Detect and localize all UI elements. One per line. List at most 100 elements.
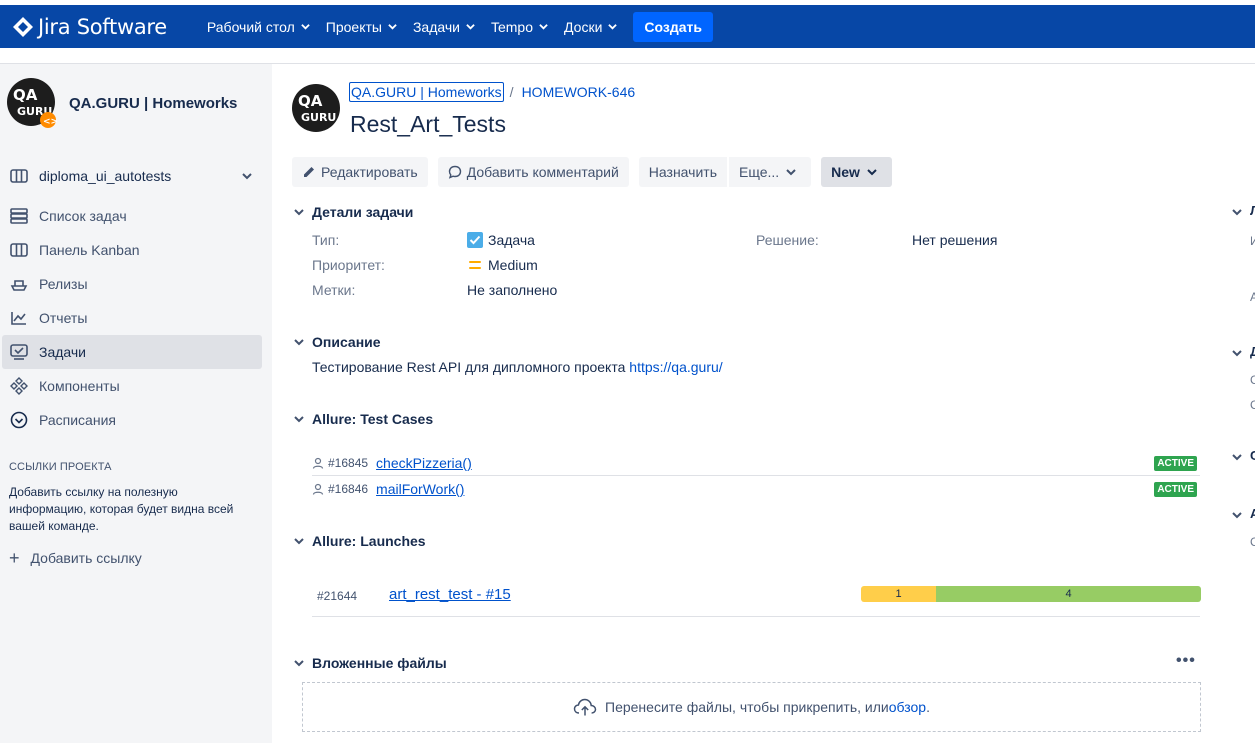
sidebar-item-releases[interactable]: Релизы	[2, 267, 262, 301]
backlog-icon	[10, 208, 28, 224]
test-cases-section-toggle[interactable]: Allure: Test Cases	[294, 411, 433, 427]
attachment-dropzone[interactable]: Перенесите файлы, чтобы прикрепить, или …	[302, 682, 1201, 732]
project-links-hint: Добавить ссылку на полезную информацию, …	[9, 485, 234, 533]
sidebar-item-label: Задачи	[39, 344, 87, 360]
chevron-down-icon[interactable]	[1232, 207, 1242, 217]
sidebar-item-label: Релизы	[39, 276, 88, 292]
svg-text:QA: QA	[298, 92, 323, 110]
sidebar-item-label: Список задач	[39, 208, 127, 224]
test-case-row: #16846 mailForWork() ACTIVE	[312, 476, 1200, 502]
passed-count-segment: 4	[936, 586, 1201, 602]
chevron-down-icon	[388, 24, 397, 30]
board-icon	[10, 243, 28, 257]
breadcrumb-project-link[interactable]: QA.GURU | Homeworks	[349, 82, 504, 102]
sidebar-item-issues[interactable]: Задачи	[2, 335, 262, 369]
user-icon	[312, 457, 324, 469]
people-section-title: Л	[1250, 203, 1255, 218]
status-badge: ACTIVE	[1154, 482, 1197, 497]
chevron-down-icon[interactable]	[1232, 510, 1242, 520]
nav-projects[interactable]: Проекты	[326, 5, 397, 48]
sidebar-item-label: Компоненты	[39, 378, 120, 394]
chevron-down-icon	[608, 24, 618, 30]
add-link-button[interactable]: + Добавить ссылку	[9, 549, 142, 567]
description-body: Тестирование Rest API для дипломного про…	[312, 359, 630, 375]
attachments-section-toggle[interactable]: Вложенные файлы	[294, 655, 447, 671]
edit-label: Редактировать	[321, 164, 418, 180]
description-link[interactable]: https://qa.guru/	[629, 359, 722, 375]
launch-result-bar[interactable]: 1 4	[861, 586, 1201, 602]
chevron-down-icon[interactable]	[1232, 452, 1242, 462]
logo-text: Jira Software	[38, 14, 167, 39]
chevron-down-icon	[294, 538, 304, 545]
launches-section-toggle[interactable]: Allure: Launches	[294, 533, 426, 549]
created-label: С	[1250, 373, 1255, 387]
chevron-down-icon[interactable]	[1232, 348, 1242, 358]
type-label: Тип:	[312, 232, 340, 248]
user-icon	[312, 483, 324, 495]
row-divider	[312, 616, 1200, 617]
nav-label: Доски	[564, 18, 603, 35]
attachments-more-button[interactable]: •••	[1176, 652, 1196, 670]
sidebar-item-schedule[interactable]: Расписания	[2, 403, 262, 437]
launches-title: Allure: Launches	[312, 533, 426, 549]
browse-link[interactable]: обзор	[889, 699, 926, 715]
priority-value: Medium	[467, 257, 538, 273]
test-case-link[interactable]: mailForWork()	[376, 481, 464, 497]
board-selector[interactable]: diploma_ui_autotests	[10, 165, 260, 187]
board-icon	[10, 169, 28, 183]
updated-label: С	[1250, 398, 1255, 412]
project-header[interactable]: QA GURU <> QA.GURU | Homeworks	[7, 78, 237, 128]
nav-label: Рабочий стол	[206, 18, 295, 35]
nav-label: Задачи	[412, 18, 460, 35]
sidebar-item-kanban[interactable]: Панель Kanban	[2, 233, 262, 267]
issue-project-avatar[interactable]: QA GURU	[292, 84, 340, 132]
edit-button[interactable]: Редактировать	[292, 157, 428, 187]
svg-text:<>: <>	[43, 117, 57, 127]
issue-toolbar: Редактировать Добавить комментарий Назна…	[292, 157, 902, 187]
schedule-icon	[10, 411, 28, 429]
create-button[interactable]: Создать	[633, 11, 713, 42]
resolution-value: Нет решения	[912, 232, 998, 248]
dates-section-title: Д	[1250, 344, 1255, 359]
components-icon	[10, 377, 28, 395]
sidebar-item-reports[interactable]: Отчеты	[2, 301, 262, 335]
status-button[interactable]: New	[821, 157, 892, 187]
add-comment-button[interactable]: Добавить комментарий	[437, 157, 629, 187]
breadcrumb: QA.GURU | Homeworks / HOMEWORK-646	[349, 82, 635, 102]
jira-diamond-icon	[13, 16, 33, 37]
nav-boards[interactable]: Доски	[564, 5, 618, 48]
nav-label: Tempo	[490, 18, 534, 35]
project-avatar: QA GURU <>	[7, 78, 57, 128]
description-section-toggle[interactable]: Описание	[294, 334, 381, 350]
assign-button[interactable]: Назначить	[638, 157, 727, 187]
board-name: diploma_ui_autotests	[39, 168, 172, 184]
add-link-label: Добавить ссылку	[30, 550, 142, 566]
chevron-down-icon	[294, 660, 304, 667]
launch-link[interactable]: art_rest_test - #15	[389, 586, 511, 603]
type-value: Задача	[467, 232, 535, 248]
task-checkbox-icon	[467, 232, 483, 248]
attachments-title: Вложенные файлы	[312, 655, 447, 671]
nav-tempo[interactable]: Tempo	[491, 5, 548, 48]
launch-row: #21644 art_rest_test - #15 1 4	[312, 584, 1201, 616]
more-actions-button[interactable]: Еще...	[729, 157, 812, 187]
chevron-down-icon	[786, 169, 796, 176]
nav-dashboard[interactable]: Рабочий стол	[207, 5, 310, 48]
sidebar-item-components[interactable]: Компоненты	[2, 369, 262, 403]
details-section-toggle[interactable]: Детали задачи	[294, 204, 413, 220]
launch-id: #21644	[317, 589, 358, 603]
priority-label: Приоритет:	[312, 257, 385, 273]
jira-logo[interactable]: Jira Software	[12, 15, 167, 39]
dropzone-period: .	[926, 699, 930, 715]
priority-text: Medium	[488, 257, 538, 273]
sidebar-item-label: Отчеты	[39, 310, 88, 326]
nav-issues[interactable]: Задачи	[413, 5, 475, 48]
chevron-down-icon	[294, 209, 304, 216]
more-actions-label: Еще...	[739, 164, 780, 180]
issue-title[interactable]: Rest_Art_Tests	[350, 111, 506, 138]
project-links-title: ССЫЛКИ ПРОЕКТА	[9, 461, 112, 473]
test-case-link[interactable]: checkPizzeria()	[376, 455, 472, 471]
sidebar-item-backlog[interactable]: Список задач	[2, 199, 262, 233]
sidebar-item-label: Расписания	[39, 412, 116, 428]
breadcrumb-issue-key[interactable]: HOMEWORK-646	[522, 84, 636, 100]
